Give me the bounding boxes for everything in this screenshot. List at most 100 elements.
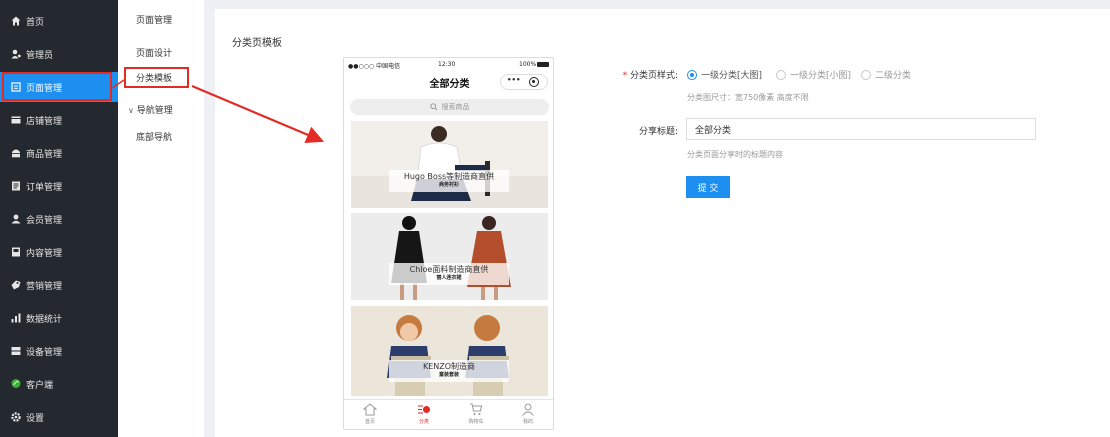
sidebar-item-label: 会员管理 — [26, 215, 63, 226]
sidebar-item-label: 店铺管理 — [26, 116, 63, 127]
tab-category[interactable]: 分类 — [404, 403, 444, 425]
sidebar-item-shop[interactable]: 店铺管理 — [0, 105, 118, 135]
banner-subtitle: 童装套装 — [438, 372, 459, 378]
sidebar-item-label: 数据统计 — [26, 314, 63, 325]
category-banner[interactable]: KENZO制造商 童装套装 — [351, 306, 548, 396]
tab-label: 我的 — [522, 419, 533, 425]
sidebar-item-order[interactable]: 订单管理 — [0, 171, 118, 201]
radio-label: 一级分类[小图] — [790, 71, 852, 81]
shop-icon — [11, 114, 21, 125]
banner-photo-man-shirt — [351, 121, 548, 208]
sidebar-item-settings[interactable]: 设置 — [0, 402, 118, 432]
sidebar: 首页 管理员 页面管理 店铺管理 商品管理 订单管理 会员管理 内容管理 营销管… — [0, 0, 118, 437]
subnav-group-label: 导航管理 — [136, 106, 173, 116]
banner-caption: Hugo Boss等制造商直供 商务衬衫 — [389, 170, 509, 192]
close-target-icon — [529, 77, 539, 87]
settings-icon — [11, 411, 21, 422]
tab-mine[interactable]: 我的 — [508, 403, 548, 425]
tab-home[interactable]: 首页 — [350, 403, 390, 425]
category-banner[interactable]: Chloe面料制造商直供 丽人连衣裙 — [351, 213, 548, 300]
sidebar-item-label: 设置 — [26, 413, 45, 424]
banner-caption: KENZO制造商 童装套装 — [389, 360, 509, 382]
radio-second-level[interactable]: 二级分类 — [861, 68, 911, 81]
submit-button[interactable]: 提 交 — [686, 176, 730, 198]
order-icon — [11, 180, 21, 191]
battery-text: 100% — [519, 61, 537, 68]
tab-label: 分类 — [418, 419, 429, 425]
goods-icon — [11, 147, 21, 158]
stats-icon — [11, 312, 21, 323]
sidebar-item-home[interactable]: 首页 — [0, 6, 118, 36]
user-tab-icon — [522, 403, 534, 416]
subnav-item-label: 分类模板 — [136, 74, 173, 84]
chevron-down-icon: ∨ — [128, 106, 134, 115]
search-placeholder: 搜索商品 — [441, 103, 470, 111]
radio-unchecked-icon — [861, 69, 871, 80]
sidebar-item-admin[interactable]: 管理员 — [0, 39, 118, 69]
banner-subtitle: 商务衬衫 — [438, 182, 459, 188]
tab-label: 购物车 — [468, 419, 484, 425]
category-banner[interactable]: Hugo Boss等制造商直供 商务衬衫 — [351, 121, 548, 208]
banner-title: KENZO制造商 — [422, 362, 476, 371]
sidebar-item-label: 客户端 — [26, 380, 54, 391]
sidebar-item-member[interactable]: 会员管理 — [0, 204, 118, 234]
member-icon — [11, 213, 21, 224]
style-field-label: * 分类页样式: — [610, 68, 678, 81]
content-icon — [11, 246, 21, 257]
device-icon — [11, 345, 21, 356]
sidebar-item-label: 首页 — [26, 17, 45, 28]
style-hint: 分类图尺寸：宽750像素 高度不限 — [687, 93, 809, 102]
share-title-input[interactable] — [686, 118, 1036, 140]
sidebar-item-label: 管理员 — [26, 50, 54, 61]
sidebar-item-page-management[interactable]: 页面管理 — [0, 72, 118, 102]
radio-first-level-large[interactable]: 一级分类[大图] — [687, 68, 762, 81]
required-mark: * — [622, 71, 628, 81]
search-bar[interactable]: 搜索商品 — [350, 99, 549, 115]
category-tab-icon — [418, 405, 430, 414]
layout-gutter — [204, 0, 215, 437]
mini-program-capsule[interactable]: ••• — [500, 74, 548, 90]
marketing-icon — [11, 279, 21, 290]
subnav-group-navigation[interactable]: ∨ 导航管理 — [128, 103, 173, 116]
sidebar-item-content[interactable]: 内容管理 — [0, 237, 118, 267]
sidebar-item-goods[interactable]: 商品管理 — [0, 138, 118, 168]
sidebar-item-label: 设备管理 — [26, 347, 63, 358]
sidebar-item-marketing[interactable]: 营销管理 — [0, 270, 118, 300]
banner-photo-kids — [351, 306, 548, 396]
top-gutter — [204, 0, 1110, 9]
radio-label: 一级分类[大图] — [701, 71, 763, 81]
sidebar-item-device[interactable]: 设备管理 — [0, 336, 118, 366]
subnav-item-page-design[interactable]: 页面设计 — [136, 46, 172, 59]
tab-cart[interactable]: 购物车 — [456, 403, 496, 425]
admin-icon — [11, 48, 21, 59]
sidebar-item-label: 内容管理 — [26, 248, 63, 259]
banner-title: Chloe面料制造商直供 — [409, 265, 489, 274]
style-label-text: 分类页样式: — [629, 71, 678, 81]
radio-label: 二级分类 — [875, 71, 912, 81]
sidebar-item-client[interactable]: 客户端 — [0, 369, 118, 399]
cart-tab-icon — [470, 403, 483, 415]
tab-label: 首页 — [364, 419, 375, 425]
share-title-label: 分享标题: — [638, 127, 678, 137]
page-title: 分类页模板 — [232, 38, 282, 49]
phone-status-bar: ●●○○○ 中国电信 12:30 100% — [344, 58, 553, 70]
radio-first-level-small[interactable]: 一级分类[小图] — [776, 68, 851, 81]
sidebar-item-stats[interactable]: 数据统计 — [0, 303, 118, 333]
phone-preview: ●●○○○ 中国电信 12:30 100% 全部分类 ••• 搜索商品 Hugo… — [343, 57, 554, 430]
subnav-item-category-template[interactable]: 分类模板 — [124, 67, 189, 88]
sidebar-item-label: 营销管理 — [26, 281, 63, 292]
sidebar-item-label: 订单管理 — [26, 182, 63, 193]
subnav-item-bottom-nav[interactable]: 底部导航 — [136, 130, 172, 143]
radio-unchecked-icon — [776, 69, 786, 80]
banner-photo-dresses — [351, 213, 548, 300]
banner-caption: Chloe面料制造商直供 丽人连衣裙 — [389, 263, 509, 285]
home-tab-icon — [363, 403, 377, 416]
more-icon: ••• — [507, 76, 521, 84]
battery-icon — [537, 62, 549, 67]
clock-text: 12:30 — [438, 61, 456, 68]
home-icon — [11, 15, 21, 26]
client-icon — [11, 378, 21, 389]
subnav-item-page-management[interactable]: 页面管理 — [136, 13, 172, 26]
search-icon — [429, 103, 438, 111]
admin-app: 首页 管理员 页面管理 店铺管理 商品管理 订单管理 会员管理 内容管理 营销管… — [0, 0, 1110, 437]
